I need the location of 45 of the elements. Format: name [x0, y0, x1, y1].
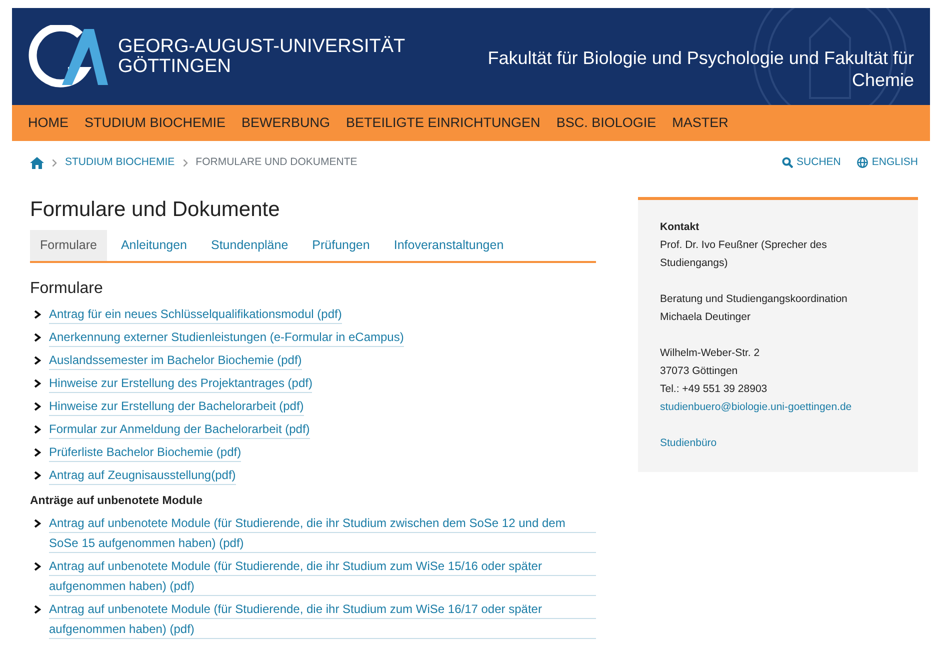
- nav-link[interactable]: BSC. BIOLOGIE: [556, 112, 656, 134]
- tab[interactable]: Stundenpläne: [201, 230, 298, 261]
- chevron-icon: [34, 424, 41, 434]
- nav-link[interactable]: MASTER: [672, 112, 728, 134]
- search-link[interactable]: SUCHEN: [782, 155, 841, 171]
- nav-link[interactable]: BETEILIGTE EINRICHTUNGEN: [346, 112, 540, 134]
- contact-text: Tel.: +49 551 39 28903: [660, 382, 768, 397]
- university-name: GEORG-AUGUST-UNIVERSITÄT GÖTTINGEN: [118, 36, 406, 76]
- chevron-icon: [34, 518, 41, 528]
- chevron-icon: [34, 310, 41, 319]
- chevron-icon: [34, 356, 41, 365]
- contact-link[interactable]: Studienbüro: [660, 434, 896, 452]
- contact-text: Wilhelm-Weber-Str. 2: [660, 346, 761, 361]
- globe-icon: [856, 157, 868, 168]
- tab[interactable]: Formulare: [30, 230, 107, 261]
- nav-link[interactable]: BEWERBUNG: [242, 112, 330, 134]
- tab[interactable]: Infoveranstaltungen: [384, 230, 514, 261]
- contact-text: Prof. Dr. Ivo Feußner (Sprecher des Studiengangs): [660, 238, 828, 271]
- chevron-icon: [34, 604, 41, 614]
- chevron-icon: [34, 448, 41, 457]
- page-title: Formulare und Dokumente: [30, 196, 281, 222]
- faculty-title: Fakultät für Biologie und Psychologie und Fakultät für Chemie: [488, 46, 914, 90]
- section-heading: Anträge auf unbenotete Module: [30, 494, 204, 509]
- contact-text: Beratung und Studiengangskoordination: [660, 292, 848, 307]
- chevron-icon: [34, 562, 41, 571]
- breadcrumb-link[interactable]: STUDIUM BIOCHEMIE: [65, 155, 175, 171]
- nav-link[interactable]: HOME: [28, 112, 68, 134]
- nav-link[interactable]: STUDIUM BIOCHEMIE: [84, 112, 226, 134]
- section-heading: Formulare: [30, 278, 104, 298]
- contact-text: Michaela Deutinger: [660, 310, 752, 325]
- contact-link[interactable]: studienbuero@biologie.uni-goettingen.de: [660, 398, 896, 416]
- chevron-icon: [34, 402, 41, 411]
- chevron-icon: [52, 158, 57, 167]
- tab[interactable]: Prüfungen: [302, 230, 380, 261]
- search-icon: [782, 157, 793, 168]
- home-icon[interactable]: [30, 156, 44, 169]
- chevron-icon: [34, 332, 41, 342]
- chevron-icon: [34, 378, 41, 388]
- tab[interactable]: Anleitungen: [110, 230, 197, 261]
- chevron-icon: [182, 158, 188, 167]
- breadcrumb-current: FORMULARE UND DOKUMENTE: [196, 155, 358, 170]
- contact-text: 37073 Göttingen: [660, 364, 739, 379]
- chevron-icon: [34, 470, 41, 480]
- contact-heading: Kontakt: [660, 220, 700, 235]
- language-link[interactable]: ENGLISH: [856, 155, 918, 171]
